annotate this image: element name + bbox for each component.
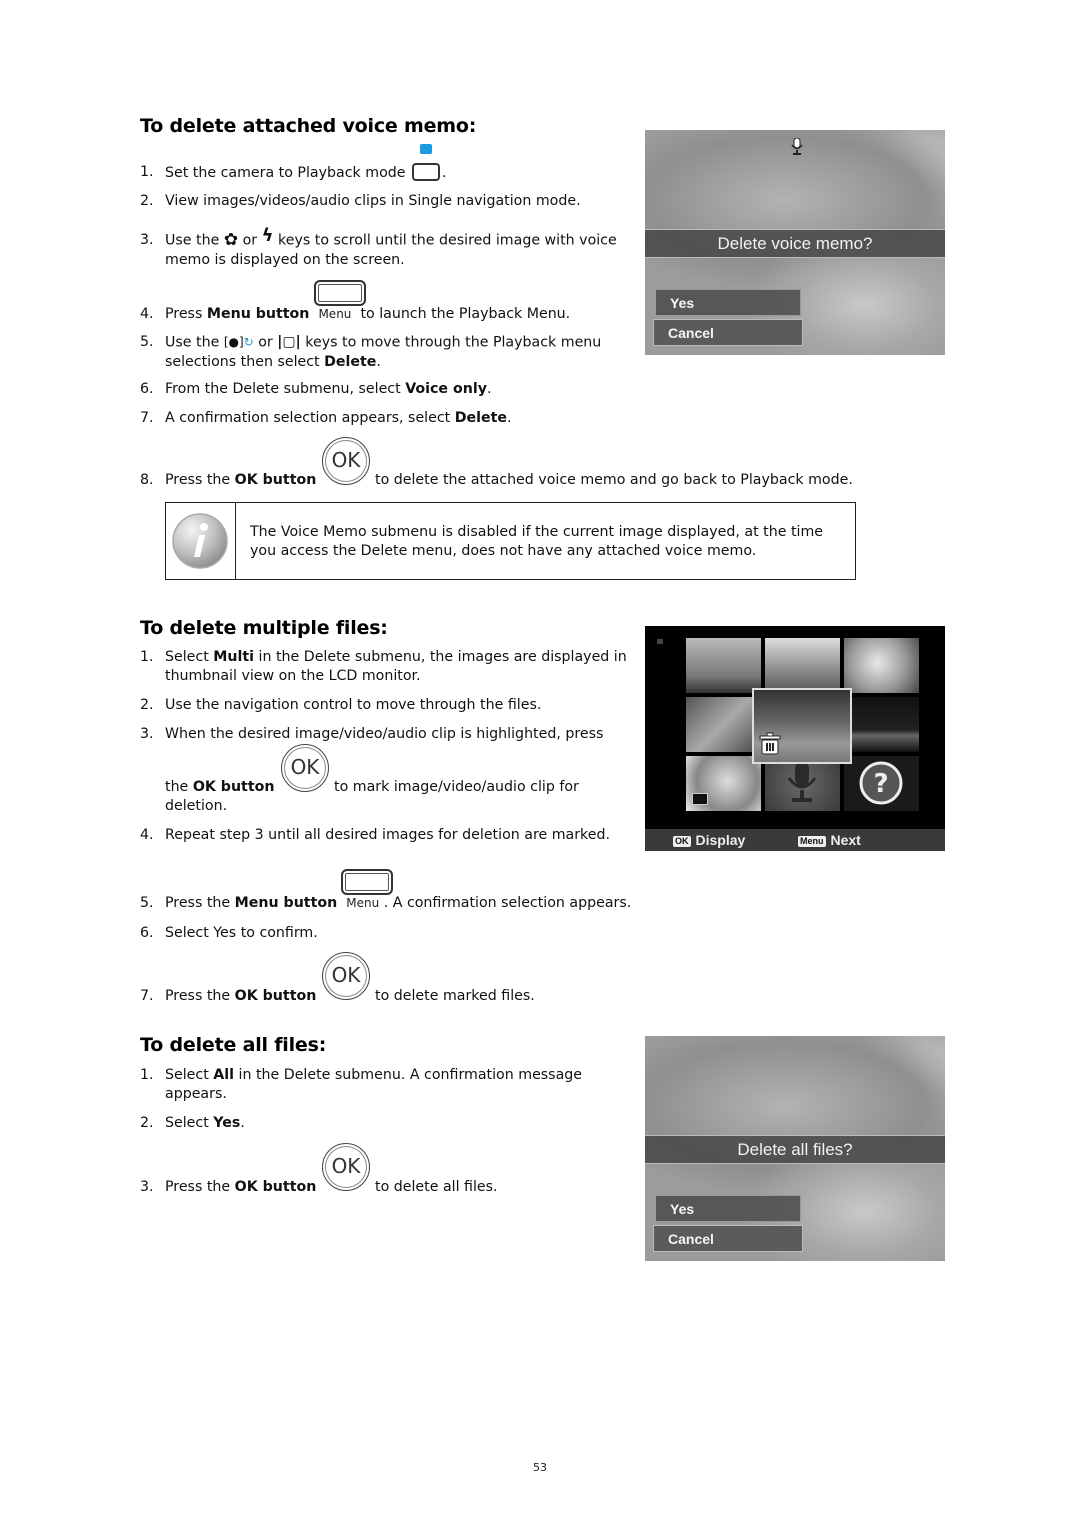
ok-chip: OK xyxy=(673,835,691,847)
info-icon-cell xyxy=(166,503,236,579)
question-mark-icon: ? xyxy=(859,761,903,805)
thumbnail-4[interactable] xyxy=(686,697,761,752)
thumbnail-7[interactable] xyxy=(686,756,761,811)
display-button-icon: |▢| xyxy=(277,334,301,350)
thumbnail-1[interactable] xyxy=(686,638,761,693)
svg-text:?: ? xyxy=(873,769,888,799)
flash-icon: ϟ xyxy=(261,225,274,246)
ok-button-icon: OK xyxy=(322,437,370,485)
ok-button-icon: OK xyxy=(322,1143,370,1191)
confirm-prompt: Delete all files? xyxy=(645,1135,945,1164)
info-icon xyxy=(172,513,228,569)
thumbnail-selected[interactable] xyxy=(752,688,852,764)
thumbnail-unknown[interactable]: ? xyxy=(844,756,919,811)
menu-key-label: Menu xyxy=(346,896,380,910)
next-hint: Menu Next xyxy=(798,832,861,848)
section-title-all: To delete all files: xyxy=(140,1034,327,1056)
note-text: The Voice Memo submenu is disabled if th… xyxy=(250,524,824,559)
macro-flower-icon: ✿ xyxy=(223,230,239,250)
display-hint: OK Display xyxy=(673,832,746,848)
section-title-voice-memo: To delete attached voice memo: xyxy=(140,115,477,137)
playback-button-icon xyxy=(410,144,442,183)
confirm-prompt: Delete voice memo? xyxy=(645,229,945,258)
lock-icon xyxy=(692,793,708,805)
option-cancel[interactable]: Cancel xyxy=(653,1225,803,1252)
thumbnail-2[interactable] xyxy=(765,638,840,693)
section-title-multiple: To delete multiple files: xyxy=(140,617,388,639)
thumbnail-3[interactable] xyxy=(844,638,919,693)
trash-icon xyxy=(759,732,781,755)
option-yes[interactable]: Yes xyxy=(655,1195,801,1222)
option-yes[interactable]: Yes xyxy=(655,289,801,316)
lcd-thumbnail-view: ? OK Display Menu Next xyxy=(645,626,945,851)
lcd-delete-voice-memo: Delete voice memo? Yes Cancel xyxy=(645,130,945,355)
info-note: The Voice Memo submenu is disabled if th… xyxy=(165,502,856,580)
thumbnail-footer-bar: OK Display Menu Next xyxy=(645,829,945,851)
menu-button-icon xyxy=(341,869,393,895)
menu-chip: Menu xyxy=(798,835,826,847)
face-detect-rotate-icon: [●]↻ xyxy=(223,335,254,349)
thumbnail-audio[interactable] xyxy=(765,756,840,811)
menu-button-icon xyxy=(314,280,366,306)
audio-microphone-icon xyxy=(787,762,817,802)
ok-button-icon: OK xyxy=(322,952,370,1000)
page-number: 53 xyxy=(533,1461,547,1474)
menu-key-label: Menu xyxy=(318,307,352,321)
thumbnail-6[interactable] xyxy=(844,697,919,752)
lcd-delete-all-files: Delete all files? Yes Cancel xyxy=(645,1036,945,1261)
ok-button-icon: OK xyxy=(281,744,329,792)
microphone-icon xyxy=(791,138,803,155)
indicator-square xyxy=(657,639,663,644)
option-cancel[interactable]: Cancel xyxy=(653,319,803,346)
